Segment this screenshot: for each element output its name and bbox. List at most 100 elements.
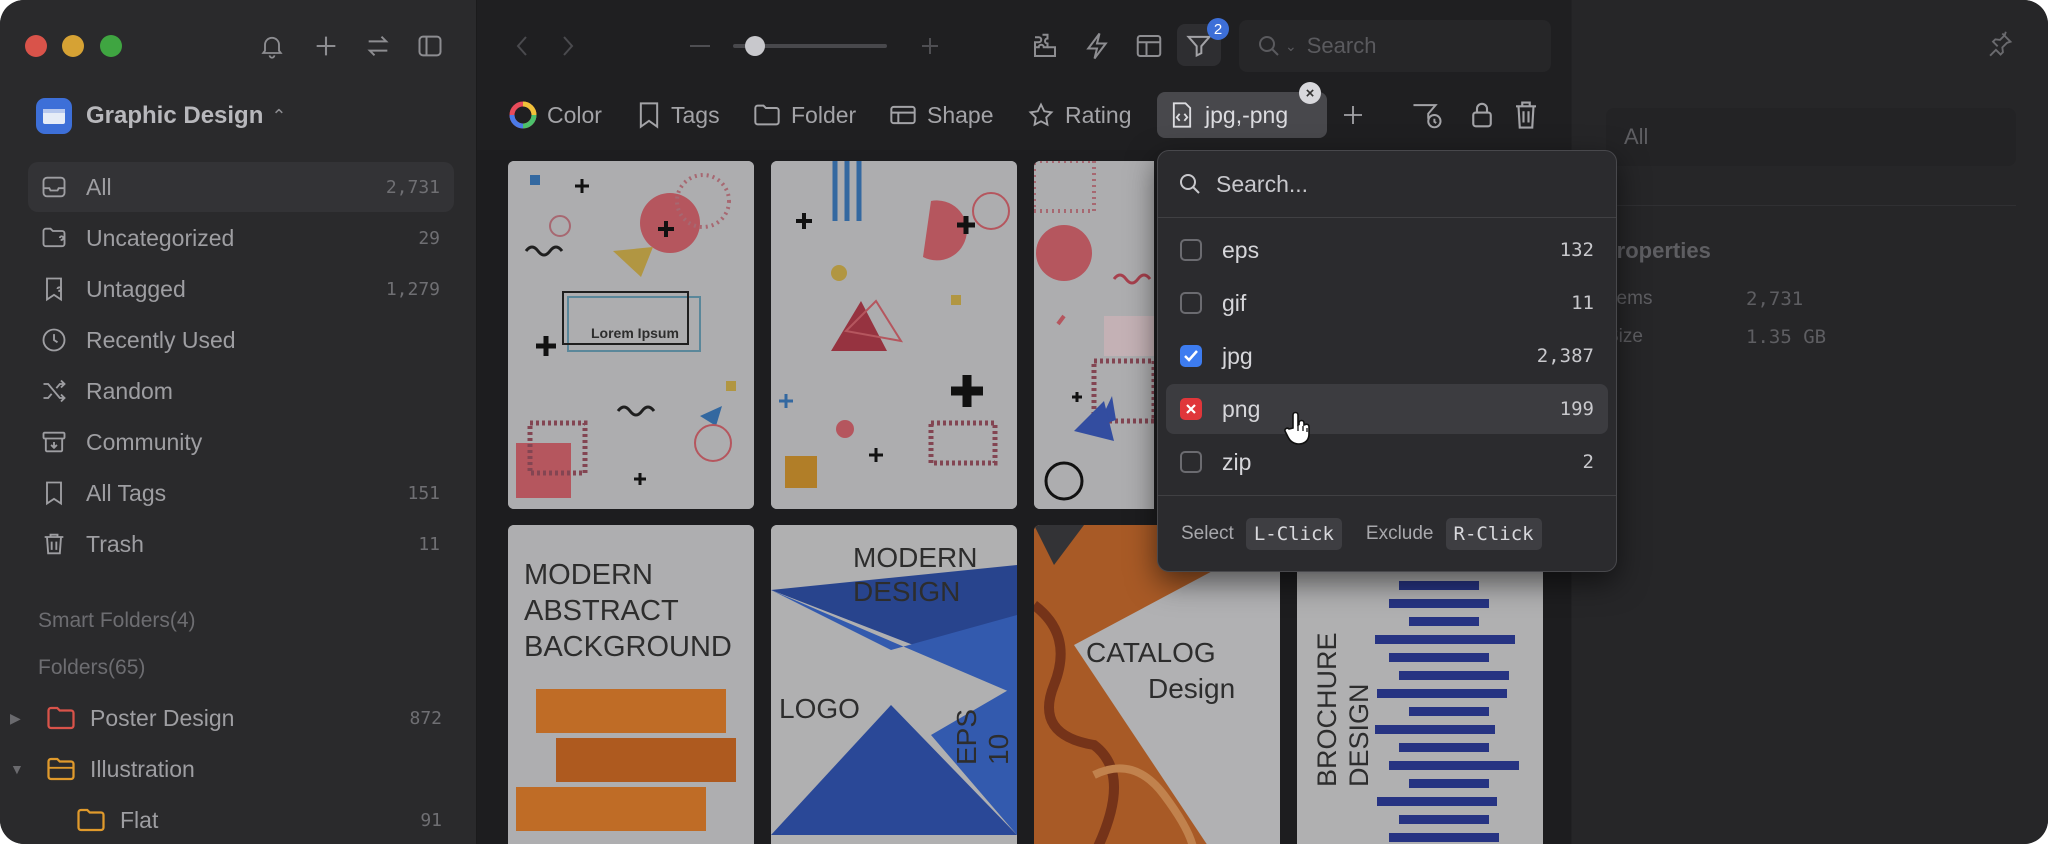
lock-filter-button[interactable] (1469, 92, 1505, 138)
zoom-out-icon[interactable] (685, 30, 715, 62)
folder-label: Poster Design (90, 704, 235, 731)
swap-icon[interactable] (362, 30, 394, 62)
bookmark-icon (639, 102, 659, 129)
folder-item-flat[interactable]: Flat 91 (76, 797, 442, 843)
trash-icon (1516, 101, 1536, 129)
filter-rating[interactable]: Rating (1027, 92, 1131, 138)
sidebar-toggle-icon[interactable] (414, 30, 446, 62)
plugin-icon[interactable] (1027, 28, 1063, 64)
checkbox[interactable] (1180, 239, 1202, 261)
asset-card[interactable]: CATALOG Design (1034, 525, 1280, 844)
option-count: 11 (1571, 292, 1594, 314)
zoom-slider[interactable] (733, 36, 887, 56)
nav-label: Random (86, 377, 173, 404)
library-switcher[interactable]: Graphic Design ⌃ (36, 96, 286, 136)
folder-item-poster-design[interactable]: ▶ Poster Design 872 (10, 695, 442, 741)
nav-item-all[interactable]: All 2,731 (28, 162, 454, 212)
add-icon[interactable] (310, 30, 342, 62)
nav-label: Untagged (86, 275, 186, 302)
property-value: 1.35 GB (1746, 326, 1827, 348)
asset-card[interactable] (1034, 161, 1154, 509)
layout-icon[interactable] (1131, 28, 1167, 64)
folders-header[interactable]: Folders(65) (38, 656, 145, 680)
nav-item-community[interactable]: Community (28, 417, 454, 467)
format-option-png[interactable]: png 199 (1166, 384, 1608, 434)
pin-icon[interactable] (1986, 30, 2014, 63)
chevron-down-icon[interactable]: ▼ (10, 761, 30, 777)
nav-count: 29 (418, 227, 440, 249)
asset-card[interactable]: BROCHURE DESIGN (1297, 525, 1543, 844)
search-placeholder: Search (1306, 33, 1377, 58)
zoom-window-button[interactable] (100, 35, 122, 57)
clear-filters-button[interactable] (1513, 92, 1549, 138)
card-text: Design (1148, 673, 1236, 704)
checkbox[interactable] (1180, 292, 1202, 314)
chevron-right-icon[interactable]: ▶ (10, 710, 30, 727)
checkbox-excluded[interactable] (1180, 398, 1202, 420)
dropdown-search[interactable]: Search... (1158, 151, 1616, 218)
thumbnail-shapes-image (771, 161, 1017, 509)
star-icon (1028, 102, 1054, 127)
folder-question-icon (34, 224, 74, 252)
filter-folder[interactable]: Folder (753, 92, 856, 138)
card-text: Lorem Ipsum (591, 325, 679, 341)
nav-count: 11 (418, 533, 440, 555)
add-filter-button[interactable] (1341, 92, 1375, 138)
asset-card[interactable]: MODERN DESIGN LOGO EPS 10 (771, 525, 1017, 844)
filter-color[interactable]: Color (509, 92, 602, 138)
back-icon[interactable] (507, 30, 537, 62)
format-option-gif[interactable]: gif 11 (1166, 278, 1608, 328)
zoom-in-icon[interactable] (915, 30, 945, 62)
nav-label: Community (86, 428, 203, 455)
clock-icon (34, 326, 74, 354)
zoom-slider-handle[interactable] (745, 36, 765, 56)
folder-label: Illustration (90, 755, 195, 782)
library-icon (36, 98, 72, 134)
thumbnail-shapes-image (1034, 161, 1154, 509)
hint-key: L-Click (1245, 518, 1342, 550)
dropdown-footer: Select L-Click Exclude R-Click (1158, 495, 1616, 572)
bell-icon[interactable] (256, 30, 288, 62)
format-option-jpg[interactable]: jpg 2,387 (1166, 331, 1608, 381)
card-text: EPS 10 (951, 708, 1014, 765)
search-box[interactable]: ⌄ Search (1239, 20, 1551, 72)
folder-count: 91 (420, 809, 442, 831)
forward-icon[interactable] (553, 30, 583, 62)
smart-folders-header[interactable]: Smart Folders(4) (38, 609, 196, 633)
nav-label: Trash (86, 530, 144, 557)
hand-cursor-icon (1284, 410, 1314, 451)
format-option-zip[interactable]: zip 2 (1166, 437, 1608, 487)
filter-label: Folder (791, 101, 857, 128)
folder-name-field[interactable]: All (1606, 108, 2016, 166)
search-icon (1180, 174, 1200, 194)
format-option-eps[interactable]: eps 132 (1166, 225, 1608, 275)
filter-toggle-button[interactable]: 2 (1177, 18, 1229, 66)
checkbox[interactable] (1180, 451, 1202, 473)
nav-item-uncategorized[interactable]: Uncategorized 29 (28, 213, 454, 263)
hint-key: R-Click (1445, 518, 1542, 550)
color-wheel-icon (509, 101, 537, 129)
nav-item-all-tags[interactable]: All Tags 151 (28, 468, 454, 518)
remove-filter-close-icon[interactable]: × (1299, 82, 1321, 104)
minimize-window-button[interactable] (62, 35, 84, 57)
property-row: Items 2,731 (1606, 288, 2006, 310)
lightning-icon[interactable] (1079, 28, 1115, 64)
search-icon (1259, 36, 1279, 56)
option-label: zip (1222, 448, 1252, 475)
folder-item-illustration[interactable]: ▼ Illustration (10, 746, 442, 792)
filter-label: Shape (927, 101, 994, 128)
filter-history-button[interactable] (1411, 92, 1453, 138)
asset-card[interactable] (771, 161, 1017, 509)
checkbox-checked[interactable] (1180, 345, 1202, 367)
asset-card[interactable]: Lorem Ipsum (508, 161, 754, 509)
nav-item-random[interactable]: Random (28, 366, 454, 416)
code-file-icon (1172, 102, 1192, 128)
nav-item-trash[interactable]: Trash 11 (28, 519, 454, 569)
nav-item-recently-used[interactable]: Recently Used (28, 315, 454, 365)
filter-tags[interactable]: Tags (637, 92, 720, 138)
filter-shape[interactable]: Shape (889, 92, 994, 138)
nav-item-untagged[interactable]: Untagged 1,279 (28, 264, 454, 314)
close-window-button[interactable] (25, 35, 47, 57)
property-row: Size 1.35 GB (1606, 326, 2006, 348)
asset-card[interactable]: MODERN ABSTRACT BACKGROUND (508, 525, 754, 844)
